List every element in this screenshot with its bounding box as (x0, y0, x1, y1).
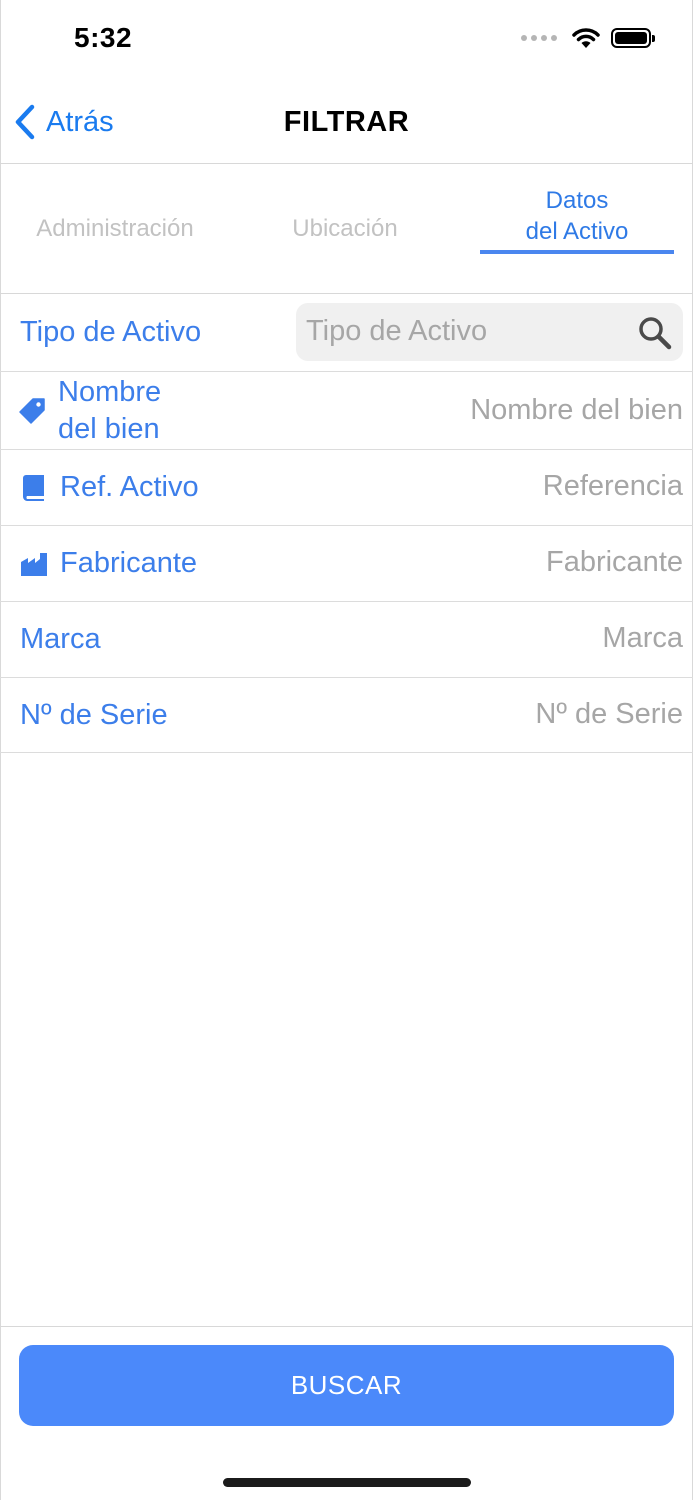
row-marca: Marca (0, 602, 693, 678)
row-ref-activo: Ref. Activo (0, 450, 693, 526)
serie-input[interactable] (383, 698, 683, 731)
wifi-icon (572, 28, 600, 48)
serie-label: Nº de Serie (20, 699, 168, 731)
referencia-input[interactable] (383, 470, 683, 503)
status-icons (521, 27, 655, 49)
book-icon (23, 474, 44, 501)
status-bar: 5:32 (0, 0, 693, 80)
tag-icon (19, 398, 45, 424)
nombre-bien-label: Nombre del bien (18, 374, 161, 448)
fabricante-label: Fabricante (20, 545, 197, 582)
tab-label: Ubicación (292, 215, 398, 242)
tab-datos-del-activo[interactable]: Datos del Activo (480, 164, 674, 293)
row-nombre-bien: Nombre del bien (0, 372, 693, 450)
nombre-bien-label-text: Nombre del bien (58, 374, 161, 448)
nombre-bien-label-line1: Nombre (58, 376, 162, 408)
tab-label: Datos del Activo (526, 185, 629, 247)
bottom-divider (0, 1326, 693, 1327)
fabricante-input[interactable] (383, 546, 683, 579)
tipo-activo-search-box[interactable] (296, 303, 683, 361)
active-tab-indicator (480, 250, 674, 254)
status-time: 5:32 (74, 22, 133, 53)
row-fabricante: Fabricante (0, 526, 693, 602)
tab-label-line2: del Activo (525, 217, 629, 245)
battery-icon (611, 28, 655, 48)
ref-activo-label-text: Ref. Activo (60, 471, 199, 503)
ref-activo-label: Ref. Activo (20, 469, 199, 506)
fabricante-label-text: Fabricante (60, 547, 198, 579)
factory-icon (21, 552, 47, 576)
segment-tabs: Administración Ubicación Datos del Activ… (0, 164, 693, 294)
tab-label-line1: Datos (545, 186, 609, 214)
row-serie: Nº de Serie (0, 678, 693, 753)
search-icon[interactable] (637, 315, 673, 351)
tab-label: Administración (36, 215, 194, 242)
tipo-activo-label: Tipo de Activo (20, 316, 202, 348)
home-indicator (223, 1478, 471, 1487)
navigation-bar: Atrás FILTRAR (0, 80, 693, 164)
tab-administracion[interactable]: Administración (0, 164, 230, 293)
marca-label: Marca (20, 623, 101, 655)
nombre-bien-input[interactable] (383, 394, 683, 427)
buscar-button[interactable]: BUSCAR (19, 1345, 674, 1426)
page-title: FILTRAR (283, 106, 410, 138)
row-tipo-activo: Tipo de Activo (0, 293, 693, 372)
tab-ubicacion[interactable]: Ubicación (230, 164, 460, 293)
tipo-activo-input[interactable] (306, 315, 626, 348)
marca-input[interactable] (383, 622, 683, 655)
cellular-signal-icon (521, 35, 557, 41)
nombre-bien-label-line2: del bien (58, 413, 160, 445)
